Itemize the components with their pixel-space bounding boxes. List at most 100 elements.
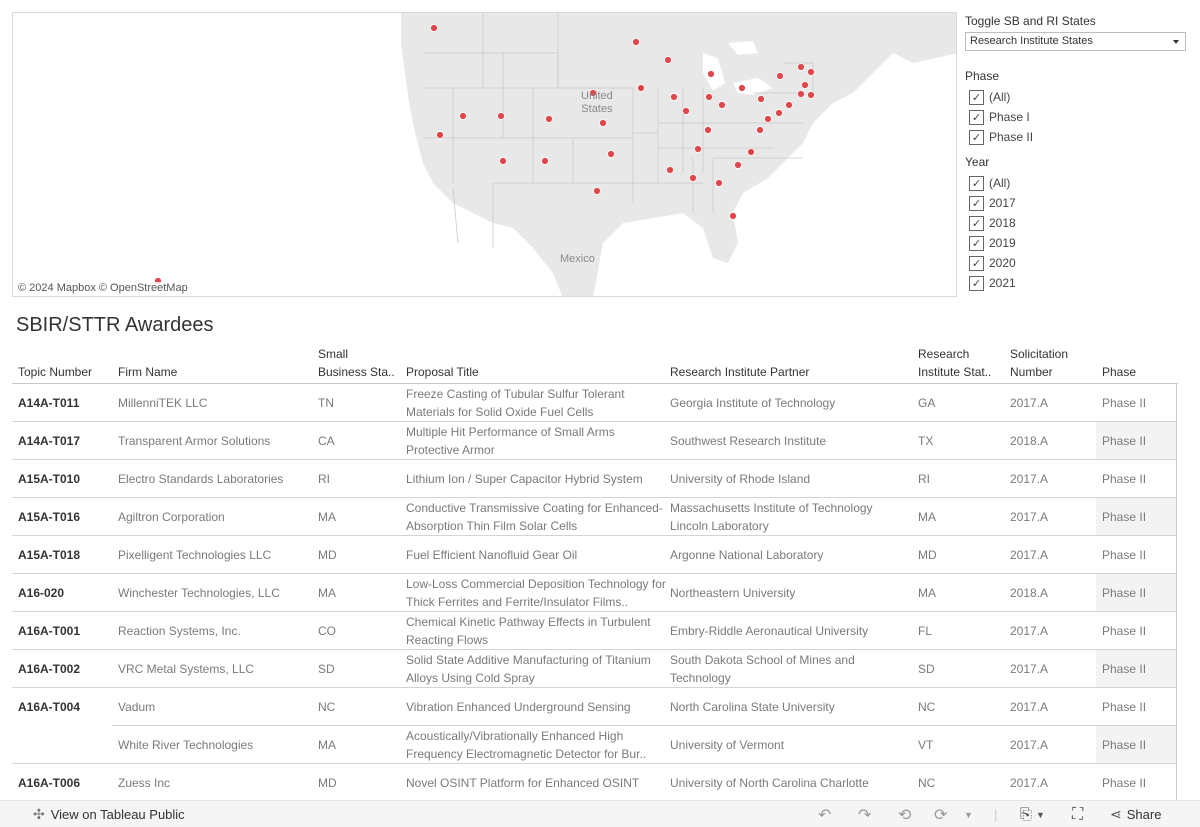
map-marker-ky[interactable] xyxy=(704,126,712,134)
cell-title[interactable]: Fuel Efficient Nanofluid Gear Oil xyxy=(406,536,668,574)
table-row[interactable]: A16A-T001 Reaction Systems, Inc. CO Chemica… xyxy=(12,612,1178,650)
cell-topic[interactable]: A16A-T002 xyxy=(18,650,113,688)
cell-ri-partner[interactable]: Northeastern University xyxy=(670,574,910,612)
header-topic-number[interactable]: Topic Number xyxy=(18,363,92,381)
cell-title[interactable]: Solid State Additive Manufacturing of Ti… xyxy=(406,650,668,688)
cell-phase[interactable]: Phase II xyxy=(1102,384,1172,422)
cell-title[interactable]: Freeze Casting of Tubular Sulfur Toleran… xyxy=(406,384,668,422)
cell-title[interactable]: Lithium Ion / Super Capacitor Hybrid Sys… xyxy=(406,460,668,498)
share-button[interactable]: ⋖ Share xyxy=(1110,801,1161,827)
checkbox-icon[interactable]: ✓ xyxy=(969,109,984,125)
cell-ri-partner[interactable]: Massachusetts Institute of Technology Li… xyxy=(670,498,910,536)
toggle-states-dropdown[interactable]: Research Institute States xyxy=(965,32,1186,51)
cell-ri-state[interactable]: MA xyxy=(918,574,1003,612)
map-marker-ne[interactable] xyxy=(599,119,607,127)
cell-ri-state[interactable]: GA xyxy=(918,384,1003,422)
redo-button[interactable]: ↷ xyxy=(858,801,871,827)
cell-ri-state[interactable]: FL xyxy=(918,612,1003,650)
checkbox-icon[interactable]: ✓ xyxy=(969,175,984,191)
cell-solicitation[interactable]: 2017.A xyxy=(1010,726,1095,764)
cell-solicitation[interactable]: 2017.A xyxy=(1010,688,1095,726)
cell-solicitation[interactable]: 2017.A xyxy=(1010,384,1095,422)
cell-firm[interactable]: MillenniTEK LLC xyxy=(118,384,313,422)
cell-phase[interactable]: Phase II xyxy=(1102,498,1172,536)
cell-topic[interactable] xyxy=(18,726,113,764)
cell-firm[interactable]: VRC Metal Systems, LLC xyxy=(118,650,313,688)
map-marker-nc[interactable] xyxy=(747,148,755,156)
phase-option[interactable]: ✓ Phase II xyxy=(965,127,1190,147)
cell-firm[interactable]: Agiltron Corporation xyxy=(118,498,313,536)
year-option[interactable]: ✓ 2021 xyxy=(965,273,1190,293)
cell-solicitation[interactable]: 2017.A xyxy=(1010,612,1095,650)
map-marker-ia[interactable] xyxy=(670,93,678,101)
cell-solicitation[interactable]: 2017.A xyxy=(1010,460,1095,498)
revert-button[interactable]: ⟲ xyxy=(898,801,911,827)
cell-phase[interactable]: Phase II xyxy=(1102,574,1172,612)
cell-topic[interactable]: A15A-T018 xyxy=(18,536,113,574)
table-row[interactable]: A14A-T011 MillenniTEK LLC TN Freeze Casting… xyxy=(12,384,1178,422)
cell-topic[interactable]: A14A-T017 xyxy=(18,422,113,460)
cell-phase[interactable]: Phase II xyxy=(1102,688,1172,726)
cell-sb-state[interactable]: RI xyxy=(318,460,398,498)
year-option[interactable]: ✓ 2019 xyxy=(965,233,1190,253)
cell-ri-state[interactable]: NC xyxy=(918,688,1003,726)
undo-button[interactable]: ↶ xyxy=(818,801,831,827)
checkbox-icon[interactable]: ✓ xyxy=(969,129,984,145)
header-proposal-title[interactable]: Proposal Title xyxy=(406,363,479,381)
map-marker-wa[interactable] xyxy=(430,24,438,32)
checkbox-icon[interactable]: ✓ xyxy=(969,255,984,271)
cell-sb-state[interactable]: CA xyxy=(318,422,398,460)
map-marker-oh[interactable] xyxy=(718,101,726,109)
cell-sb-state[interactable]: MA xyxy=(318,574,398,612)
cell-ri-state[interactable]: NC xyxy=(918,764,1003,800)
map-marker-ri[interactable] xyxy=(797,90,805,98)
cell-sb-state[interactable]: TN xyxy=(318,384,398,422)
download-button[interactable]: ⎘ ▼ xyxy=(1020,801,1045,827)
cell-solicitation[interactable]: 2018.A xyxy=(1010,574,1095,612)
map-marker-nm[interactable] xyxy=(541,157,549,165)
cell-phase[interactable]: Phase II xyxy=(1102,764,1172,800)
cell-firm[interactable]: Winchester Technologies, LLC xyxy=(118,574,313,612)
map-marker-mn[interactable] xyxy=(664,56,672,64)
checkbox-icon[interactable]: ✓ xyxy=(969,215,984,231)
cell-phase[interactable]: Phase II xyxy=(1102,726,1172,764)
map-marker-az[interactable] xyxy=(499,157,507,165)
map-marker-in[interactable] xyxy=(705,93,713,101)
cell-topic[interactable]: A15A-T010 xyxy=(18,460,113,498)
cell-ri-partner[interactable]: University of North Carolina Charlotte xyxy=(670,764,910,800)
cell-firm[interactable]: Vadum xyxy=(118,688,313,726)
map-marker-tx[interactable] xyxy=(593,187,601,195)
map-marker-md[interactable] xyxy=(764,115,772,123)
cell-ri-state[interactable]: TX xyxy=(918,422,1003,460)
header-ri-partner[interactable]: Research Institute Partner xyxy=(670,363,809,381)
year-option[interactable]: ✓ 2020 xyxy=(965,253,1190,273)
cell-ri-partner[interactable]: North Carolina State University xyxy=(670,688,910,726)
table-row[interactable]: A16A-T004 Vadum NC Vibration Enhanced Under… xyxy=(12,688,1178,726)
table-row[interactable]: A16-020 Winchester Technologies, LLC MA Low… xyxy=(12,574,1178,612)
header-ri-state[interactable]: Research Institute Stat.. xyxy=(918,346,991,381)
cell-topic[interactable]: A16A-T001 xyxy=(18,612,113,650)
fullscreen-button[interactable]: ⛶ xyxy=(1072,801,1083,827)
map-marker-ma[interactable] xyxy=(801,81,809,89)
map-marker-fl[interactable] xyxy=(729,212,737,220)
cell-topic[interactable]: A16-020 xyxy=(18,574,113,612)
map-marker-il[interactable] xyxy=(682,107,690,115)
map-marker-va[interactable] xyxy=(756,126,764,134)
map-marker-ut[interactable] xyxy=(497,112,505,120)
refresh-button[interactable]: ⟳ xyxy=(934,801,947,827)
map-marker-nh[interactable] xyxy=(807,68,815,76)
table-row[interactable]: A15A-T016 Agiltron Corporation MA Conductiv… xyxy=(12,498,1178,536)
checkbox-icon[interactable]: ✓ xyxy=(969,275,984,291)
cell-phase[interactable]: Phase II xyxy=(1102,460,1172,498)
phase-option[interactable]: ✓ Phase I xyxy=(965,107,1190,127)
cell-ri-state[interactable]: SD xyxy=(918,650,1003,688)
header-phase[interactable]: Phase xyxy=(1102,363,1136,381)
cell-firm[interactable]: Zuess Inc xyxy=(118,764,313,800)
refresh-dropdown[interactable]: ▼ xyxy=(964,801,973,827)
map-marker-de[interactable] xyxy=(775,109,783,117)
map-marker-sc[interactable] xyxy=(734,161,742,169)
cell-phase[interactable]: Phase II xyxy=(1102,612,1172,650)
year-option[interactable]: ✓ (All) xyxy=(965,173,1190,193)
table-row[interactable]: A15A-T010 Electro Standards Laboratories R… xyxy=(12,460,1178,498)
cell-sb-state[interactable]: MA xyxy=(318,498,398,536)
